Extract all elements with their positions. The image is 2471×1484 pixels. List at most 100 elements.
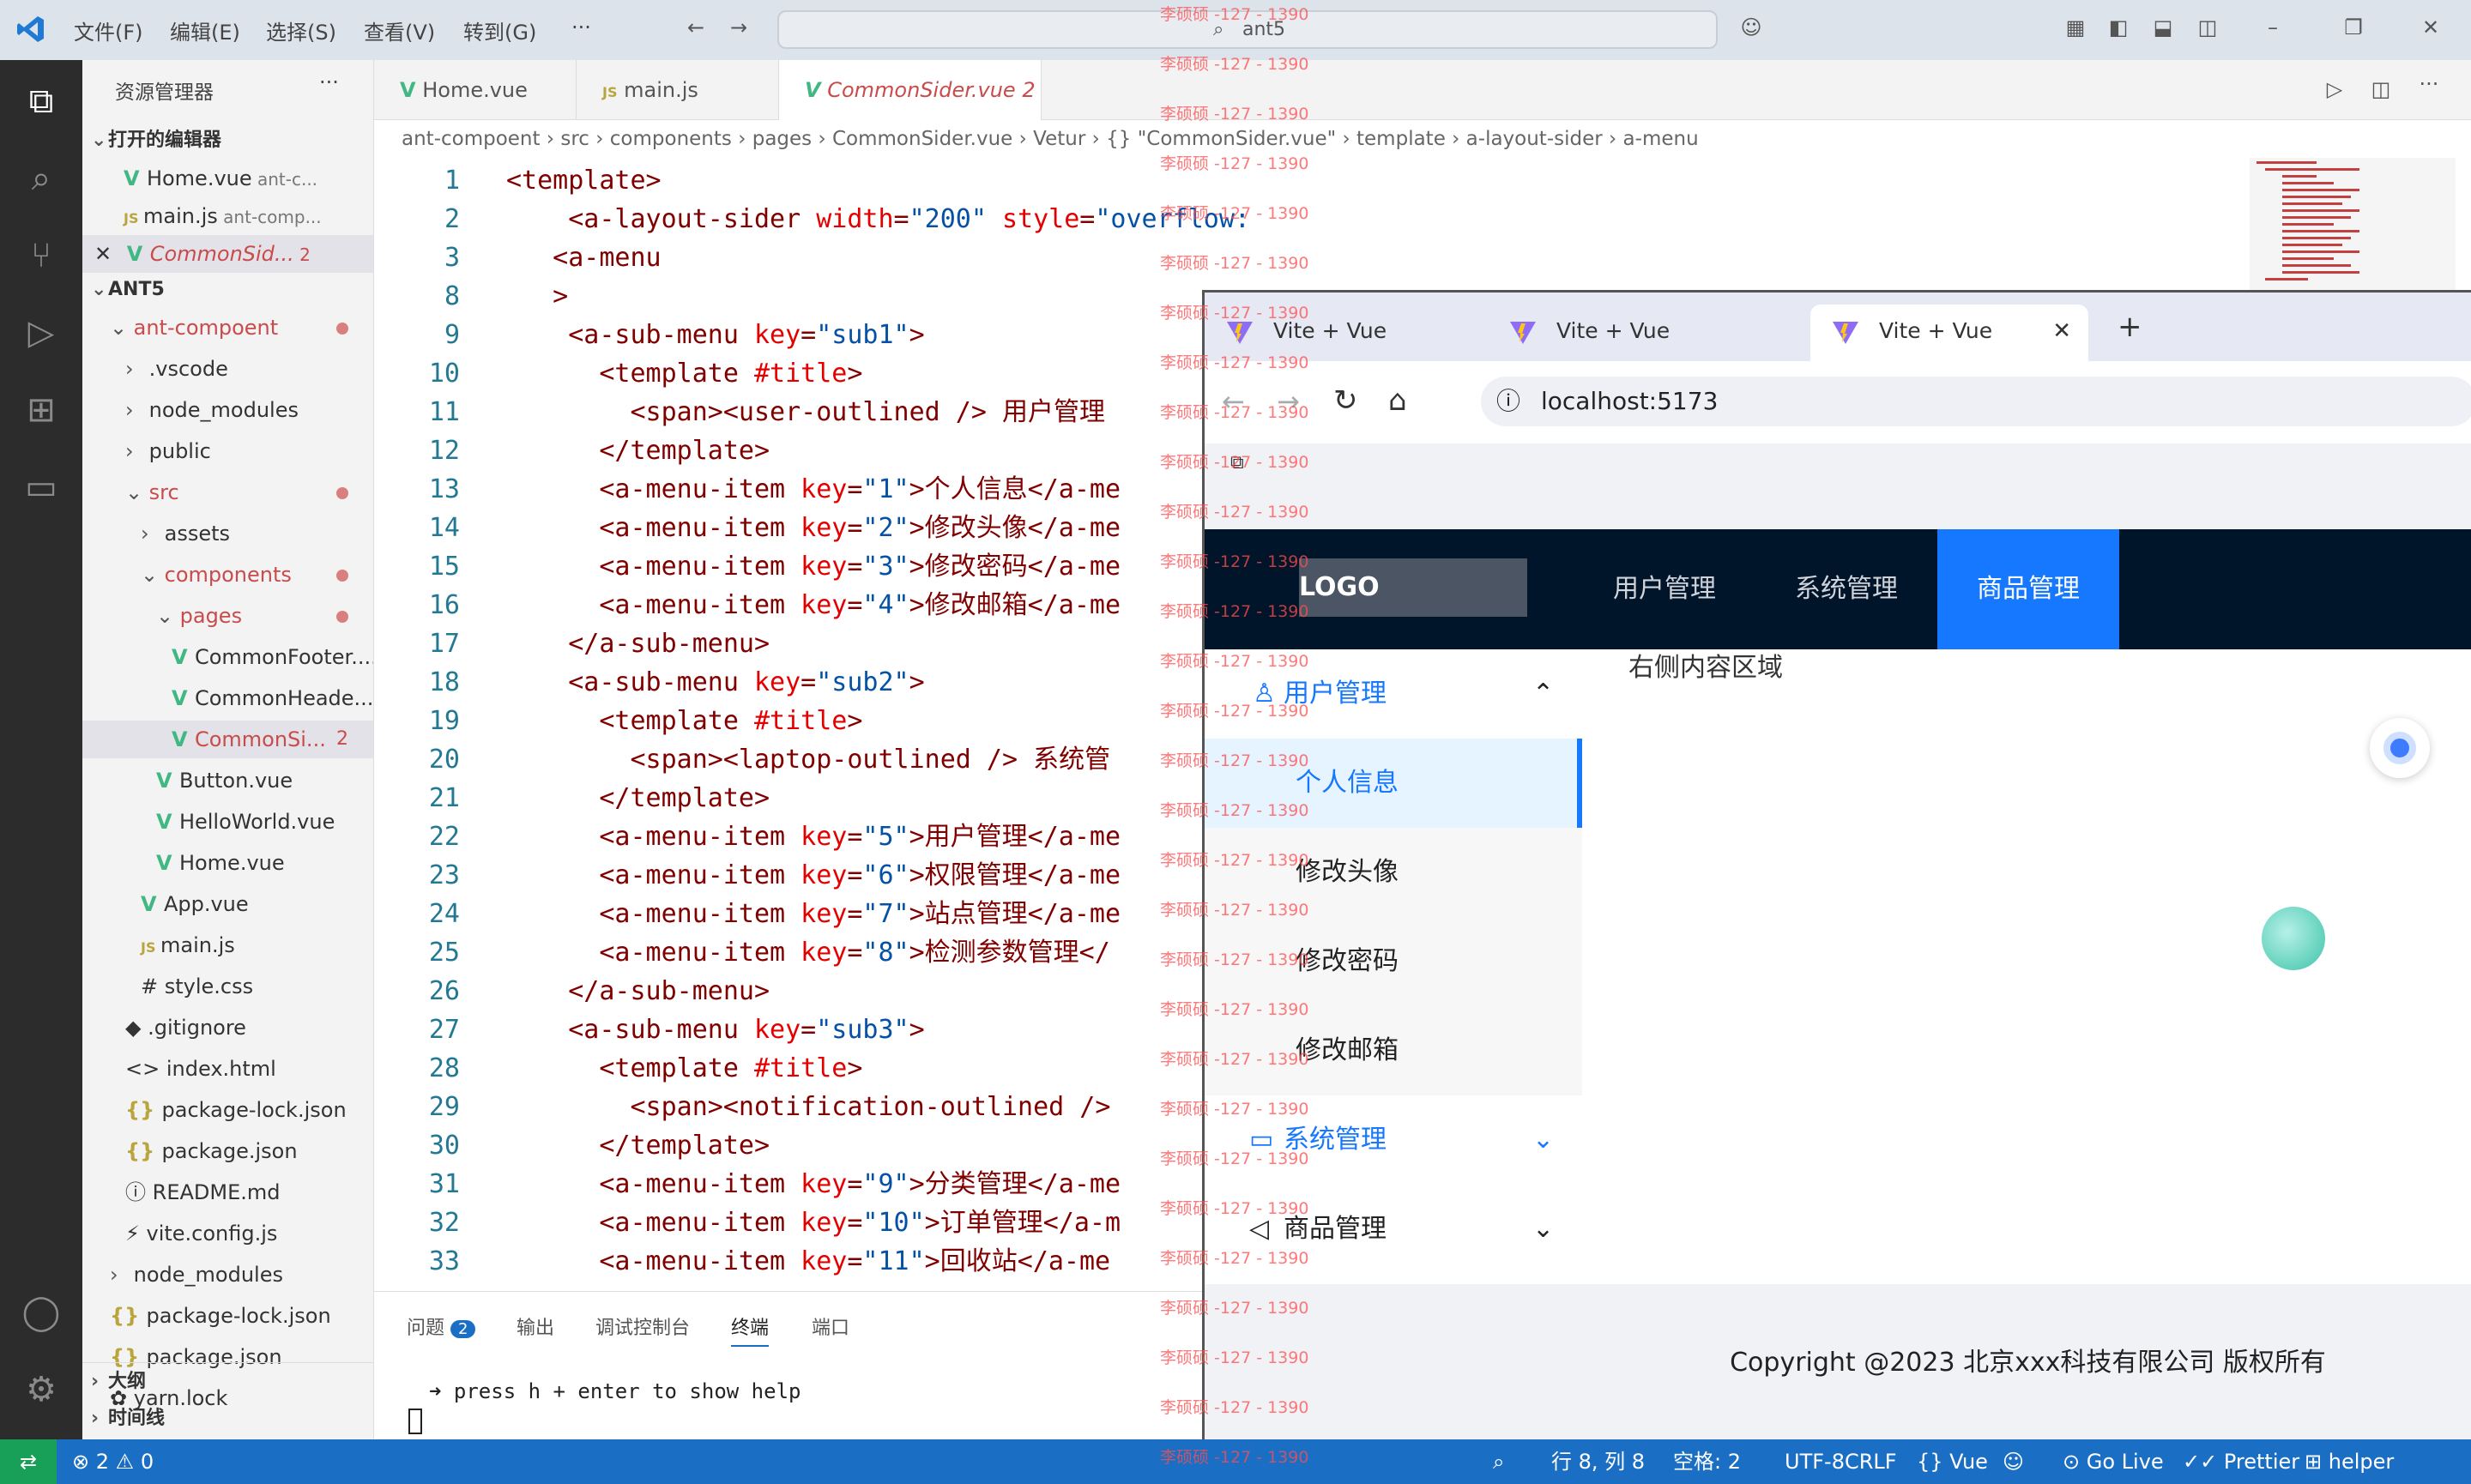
explorer-icon[interactable]: ⧉ (17, 77, 65, 125)
breadcrumb-item[interactable]: src (560, 128, 589, 150)
extensions-icon[interactable]: ⊞ (17, 386, 65, 434)
more-actions-icon[interactable]: ··· (2416, 72, 2442, 98)
account-icon[interactable]: ◯ (17, 1288, 65, 1336)
file-item[interactable]: JS main.js (82, 926, 373, 964)
folder-item[interactable]: › assets (82, 515, 373, 552)
remote-icon[interactable]: ⇄ (0, 1439, 57, 1484)
workspace-section[interactable]: ⌄ANT5 (82, 271, 373, 309)
url-input[interactable]: ⓘ localhost:5173 (1481, 377, 2471, 426)
code-editor[interactable]: 1 <template> 2 <a-layout-sider width="200"… (374, 158, 1249, 1290)
split-editor-icon[interactable]: ◫ (2368, 77, 2394, 103)
folder-item[interactable]: › node_modules (82, 391, 373, 429)
file-item[interactable]: {} package-lock.json (82, 1297, 373, 1335)
open-editors-section[interactable]: ⌄打开的编辑器 (82, 122, 373, 160)
settings-gear-icon[interactable]: ⚙ (17, 1366, 65, 1414)
breadcrumb-item[interactable]: a-menu (1623, 128, 1699, 150)
forward-arrow-icon[interactable]: → (726, 15, 752, 41)
folder-item[interactable]: › .vscode (82, 350, 373, 388)
folder-item[interactable]: ⌄ components (82, 556, 373, 594)
problems-status[interactable]: ⊗ 2 ⚠ 0 (72, 1439, 154, 1484)
nav-product-management[interactable]: 商品管理 (1937, 529, 2119, 649)
tab-home-vue[interactable]: V Home.vue (374, 60, 577, 120)
breadcrumb-item[interactable]: {} "CommonSider.vue" (1106, 128, 1336, 150)
new-tab-icon[interactable]: + (2118, 310, 2142, 344)
helper[interactable]: ⊞ helper (2305, 1439, 2394, 1484)
minimize-icon[interactable]: – (2260, 15, 2286, 41)
reload-icon[interactable]: ↻ (1333, 383, 1358, 418)
toggle-secondary-sidebar-icon[interactable]: ◫ (2195, 15, 2220, 41)
close-icon[interactable]: ✕ (94, 242, 118, 266)
menu-view[interactable]: 查看(V) (364, 15, 435, 45)
file-item[interactable]: ◆ .gitignore (82, 1009, 373, 1047)
home-icon[interactable]: ⌂ (1388, 383, 1407, 418)
open-editor-item[interactable]: ✕ V CommonSid... 2 (82, 235, 373, 273)
tab-commonsider-vue[interactable]: V CommonSider.vue 2 ✕ (779, 60, 1042, 162)
file-item[interactable]: V Button.vue (82, 762, 373, 799)
tab-debug-console[interactable]: 调试控制台 (595, 1312, 690, 1340)
file-item[interactable]: V CommonSi... 2 (82, 721, 373, 758)
browser-tab-2[interactable]: Vite + Vue (1488, 305, 1771, 361)
menu-edit[interactable]: 编辑(E) (170, 15, 240, 45)
file-item[interactable]: V Home.vue (82, 844, 373, 882)
zoom-icon[interactable]: ⌕ (1493, 1439, 1504, 1484)
file-item[interactable]: {} package-lock.json (82, 1091, 373, 1129)
folder-item[interactable]: ⌄ pages (82, 597, 373, 635)
terminal-cursor[interactable] (408, 1409, 422, 1434)
open-editor-item[interactable]: JS main.js ant-comp... (82, 197, 373, 235)
menu-selection[interactable]: 选择(S) (266, 15, 336, 45)
prettier[interactable]: ✓✓ Prettier (2183, 1439, 2299, 1484)
tab-problems[interactable]: 问题 2 (407, 1312, 476, 1340)
menu-file[interactable]: 文件(F) (74, 15, 143, 45)
breadcrumb-item[interactable]: CommonSider.vue (832, 128, 1012, 150)
breadcrumb-item[interactable]: a-layout-sider (1466, 128, 1603, 150)
copilot-status-icon[interactable]: ☺ (2003, 1439, 2024, 1484)
menu-more[interactable]: ··· (571, 15, 591, 39)
go-live[interactable]: ⊙ Go Live (2063, 1439, 2164, 1484)
timeline-section[interactable]: › 时间线 (82, 1400, 373, 1438)
close-window-icon[interactable]: ✕ (2418, 15, 2444, 41)
menu-go[interactable]: 转到(G) (463, 15, 536, 45)
minimap[interactable] (2248, 158, 2471, 295)
breadcrumb-item[interactable]: ant-compoent (402, 128, 541, 150)
close-tab-icon[interactable]: ✕ (2052, 305, 2071, 358)
more-actions-icon[interactable]: ··· (319, 70, 339, 94)
remote-explorer-icon[interactable]: ▭ (17, 463, 65, 511)
file-item[interactable]: V CommonHeade... (82, 679, 373, 717)
source-control-icon[interactable]: ⑂ (17, 232, 65, 280)
run-icon[interactable]: ▷ (2322, 77, 2347, 103)
search-icon[interactable]: ⌕ (17, 154, 65, 202)
restore-icon[interactable]: ❐ (2341, 15, 2366, 41)
floating-assistant-button[interactable] (2370, 718, 2430, 778)
tab-main-js[interactable]: JS main.js (577, 60, 779, 120)
open-editor-item[interactable]: V Home.vue ant-c... (82, 160, 373, 197)
toggle-sidebar-icon[interactable]: ◧ (2105, 15, 2131, 41)
file-item[interactable]: V HelloWorld.vue (82, 803, 373, 841)
file-item[interactable]: ⚡ vite.config.js (82, 1215, 373, 1252)
site-info-icon[interactable]: ⓘ (1496, 377, 1520, 426)
file-item[interactable]: V App.vue (82, 885, 373, 923)
nav-user-management[interactable]: 用户管理 (1574, 529, 1755, 649)
floating-app-icon[interactable] (2262, 907, 2325, 970)
file-item[interactable]: <> index.html (82, 1050, 373, 1088)
breadcrumb-item[interactable]: template (1356, 128, 1446, 150)
language-mode[interactable]: {} Vue (1917, 1439, 1988, 1484)
indentation[interactable]: 空格: 2 (1673, 1439, 1741, 1484)
folder-item[interactable]: › public (82, 432, 373, 470)
run-debug-icon[interactable]: ▷ (17, 309, 65, 357)
file-item[interactable]: {} package.json (82, 1132, 373, 1170)
end-of-line[interactable]: CRLF (1845, 1439, 1897, 1484)
tab-terminal[interactable]: 终端 (731, 1312, 770, 1347)
nav-system-management[interactable]: 系统管理 (1755, 529, 1937, 649)
file-item[interactable]: ⓘ README.md (82, 1173, 373, 1211)
tab-output[interactable]: 输出 (517, 1312, 554, 1340)
folder-item[interactable]: › node_modules (82, 1256, 373, 1294)
copilot-icon[interactable]: ☺ (1738, 15, 1764, 41)
breadcrumb-item[interactable]: Vetur (1033, 128, 1085, 150)
back-arrow-icon[interactable]: ← (683, 15, 709, 41)
folder-item[interactable]: ⌄ ant-compoent (82, 309, 373, 347)
file-item[interactable]: # style.css (82, 968, 373, 1005)
breadcrumb-item[interactable]: pages (752, 128, 812, 150)
cursor-position[interactable]: 行 8, 列 8 (1551, 1439, 1645, 1484)
folder-item[interactable]: ⌄ src (82, 474, 373, 511)
encoding[interactable]: UTF-8 (1785, 1439, 1845, 1484)
